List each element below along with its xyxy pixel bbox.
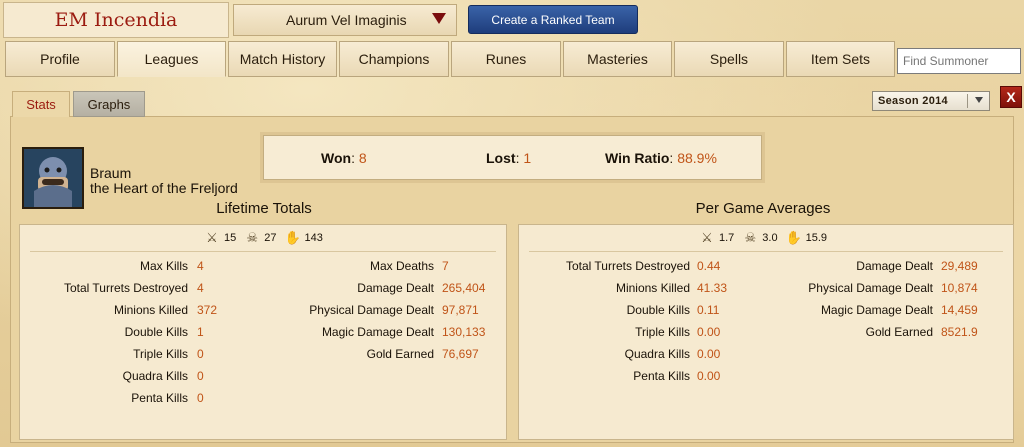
stat-row: Magic Damage Dealt 130,133 [20, 321, 508, 343]
sword-icon: ⚔ [206, 230, 218, 245]
stat-label: Gold Earned [865, 325, 933, 339]
win-ratio-value: 88.9% [677, 150, 717, 166]
tab-leagues[interactable]: Leagues [117, 41, 226, 77]
stat-value: 97,871 [442, 303, 479, 317]
stat-row: Magic Damage Dealt 14,459 [519, 299, 1015, 321]
stat-value: 0.00 [697, 347, 721, 361]
stat-row: Quadra Kills 0.00 [519, 343, 1015, 365]
season-select[interactable]: Season 2014 [872, 91, 990, 111]
tab-item-sets[interactable]: Item Sets [786, 41, 895, 77]
skull-icon: ☠ [246, 230, 259, 245]
kda-row: ⚔ 1.7 ☠ 3.0 ✋ 15.9 [699, 230, 827, 246]
stat-label: Physical Damage Dealt [309, 303, 434, 317]
stat-row: Damage Dealt 265,404 [20, 277, 508, 299]
season-select-divider [967, 94, 968, 108]
win-ratio-label: Win Ratio [605, 150, 670, 166]
stat-value: 8521.9 [941, 325, 978, 339]
stat-value: 10,874 [941, 281, 978, 295]
skull-icon: ☠ [744, 230, 757, 245]
lost-stat: Lost: 1 [486, 150, 532, 166]
divider [30, 251, 496, 252]
stat-row: Penta Kills 0.00 [519, 365, 1015, 387]
stat-row: Penta Kills 0 [20, 387, 508, 409]
tab-runes[interactable]: Runes [451, 41, 561, 77]
won-stat: Won: 8 [321, 150, 367, 166]
stat-label: Magic Damage Dealt [820, 303, 933, 317]
lifetime-totals-title: Lifetime Totals [216, 200, 312, 217]
divider [529, 251, 1003, 252]
tab-masteries[interactable]: Masteries [563, 41, 672, 77]
chevron-down-icon[interactable] [975, 97, 983, 103]
lost-label: Lost [486, 150, 516, 166]
subtab-graphs[interactable]: Graphs [73, 91, 145, 117]
per-game-averages-panel: ⚔ 1.7 ☠ 3.0 ✋ 15.9 Total Turrets Destroyed 0… [518, 224, 1014, 440]
tab-champions[interactable]: Champions [339, 41, 449, 77]
summoner-name: EM Incendia [3, 2, 229, 38]
won-value: 8 [358, 150, 367, 166]
stat-row: Gold Earned 8521.9 [519, 321, 1015, 343]
stat-label: Physical Damage Dealt [808, 281, 933, 295]
tab-spells[interactable]: Spells [674, 41, 784, 77]
stat-label: Quadra Kills [624, 347, 690, 361]
stat-row: Physical Damage Dealt 10,874 [519, 277, 1015, 299]
subtab-stats[interactable]: Stats [12, 91, 70, 117]
assists-value: 143 [304, 232, 323, 244]
tab-match-history[interactable]: Match History [228, 41, 337, 77]
record-box: Won: 8 Lost: 1 Win Ratio: 88.9% [263, 135, 762, 180]
deaths-value: 3.0 [762, 232, 778, 244]
stat-row: Damage Dealt 29,489 [519, 255, 1015, 277]
champion-title: the Heart of the Freljord [90, 180, 238, 196]
stat-value: 0 [197, 369, 204, 383]
stat-row: Gold Earned 76,697 [20, 343, 508, 365]
stat-label: Penta Kills [131, 391, 188, 405]
close-button[interactable]: X [1000, 86, 1022, 108]
find-summoner-input[interactable] [897, 48, 1021, 74]
create-ranked-team-button[interactable]: Create a Ranked Team [468, 5, 638, 34]
team-select-label: Aurum Vel Imaginis [286, 12, 407, 28]
win-ratio-stat: Win Ratio: 88.9% [605, 150, 717, 166]
stat-label: Quadra Kills [122, 369, 188, 383]
team-select[interactable]: Aurum Vel Imaginis [233, 4, 457, 36]
stat-label: Gold Earned [366, 347, 434, 361]
lost-value: 1 [523, 150, 532, 166]
stat-value: 0 [197, 391, 204, 405]
assists-value: 15.9 [805, 232, 828, 244]
stat-value: 130,133 [442, 325, 486, 339]
kills-value: 15 [224, 232, 237, 244]
lifetime-totals-panel: ⚔ 15 ☠ 27 ✋ 143 Max Kills 4 Total Turrets De… [19, 224, 507, 440]
stat-row: Physical Damage Dealt 97,871 [20, 299, 508, 321]
champion-name-block: Braum the Heart of the Freljord [90, 166, 238, 196]
hand-icon: ✋ [785, 230, 802, 245]
stat-label: Max Deaths [369, 259, 434, 273]
per-game-averages-title: Per Game Averages [695, 200, 831, 217]
champion-portrait[interactable] [22, 147, 84, 209]
braum-portrait-icon [24, 149, 82, 207]
stat-row: Quadra Kills 0 [20, 365, 508, 387]
stat-value: 265,404 [442, 281, 486, 295]
kills-value: 1.7 [719, 232, 735, 244]
season-select-label: Season 2014 [878, 95, 948, 107]
stat-value: 14,459 [941, 303, 978, 317]
champion-name: Braum [90, 165, 132, 181]
tab-profile[interactable]: Profile [5, 41, 115, 77]
sword-icon: ⚔ [701, 230, 713, 245]
deaths-value: 27 [264, 232, 277, 244]
stat-label: Magic Damage Dealt [321, 325, 434, 339]
won-label: Won [321, 150, 352, 166]
stat-value: 0.00 [697, 369, 721, 383]
chevron-down-icon[interactable] [432, 13, 446, 24]
kda-row: ⚔ 15 ☠ 27 ✋ 143 [204, 230, 323, 246]
stat-value: 76,697 [442, 347, 479, 361]
stat-row: Max Deaths 7 [20, 255, 508, 277]
stat-label: Damage Dealt [357, 281, 434, 295]
stat-value: 29,489 [941, 259, 978, 273]
stat-value: 7 [442, 259, 449, 273]
stat-label: Penta Kills [633, 369, 690, 383]
hand-icon: ✋ [284, 230, 301, 245]
stat-label: Damage Dealt [856, 259, 933, 273]
